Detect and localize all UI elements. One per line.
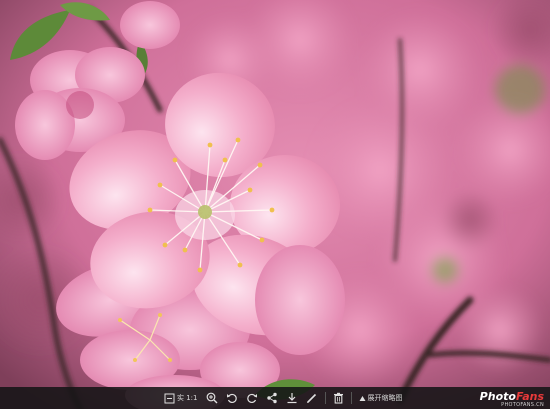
toolbar-divider <box>350 392 352 404</box>
expand-thumbnails-label: 展开缩略图 <box>367 394 403 402</box>
image-viewer: 实 1:1 展开缩略图 PhotoFans PHOTOFANS.CN <box>0 0 550 409</box>
watermark-url: PHOTOFANS.CN <box>501 402 544 408</box>
rotate-left-icon <box>226 393 237 404</box>
photo-peach-blossom <box>0 0 550 409</box>
download-button[interactable] <box>282 387 302 409</box>
trash-icon <box>333 392 343 404</box>
photofans-watermark: PhotoFans PHOTOFANS.CN <box>480 391 544 408</box>
zoom-in-button[interactable] <box>202 387 222 409</box>
original-size-button[interactable]: 实 1:1 <box>160 387 202 409</box>
share-icon <box>266 392 277 404</box>
rotate-left-button[interactable] <box>222 387 242 409</box>
original-size-icon <box>164 393 175 403</box>
toolbar-divider <box>324 392 326 404</box>
watermark-brand: PhotoFans <box>480 391 544 402</box>
delete-button[interactable] <box>329 387 348 409</box>
rotate-right-icon <box>246 393 257 404</box>
rotate-right-button[interactable] <box>242 387 262 409</box>
triangle-up-icon <box>359 395 365 401</box>
expand-thumbnails-button[interactable]: 展开缩略图 <box>355 387 407 409</box>
download-icon <box>287 393 296 404</box>
zoom-in-icon <box>206 392 217 404</box>
original-size-label: 实 1:1 <box>177 394 198 402</box>
viewer-toolbar: 实 1:1 展开缩略图 <box>0 387 550 409</box>
share-button[interactable] <box>262 387 282 409</box>
edit-button[interactable] <box>302 387 322 409</box>
pencil-icon <box>306 393 316 403</box>
